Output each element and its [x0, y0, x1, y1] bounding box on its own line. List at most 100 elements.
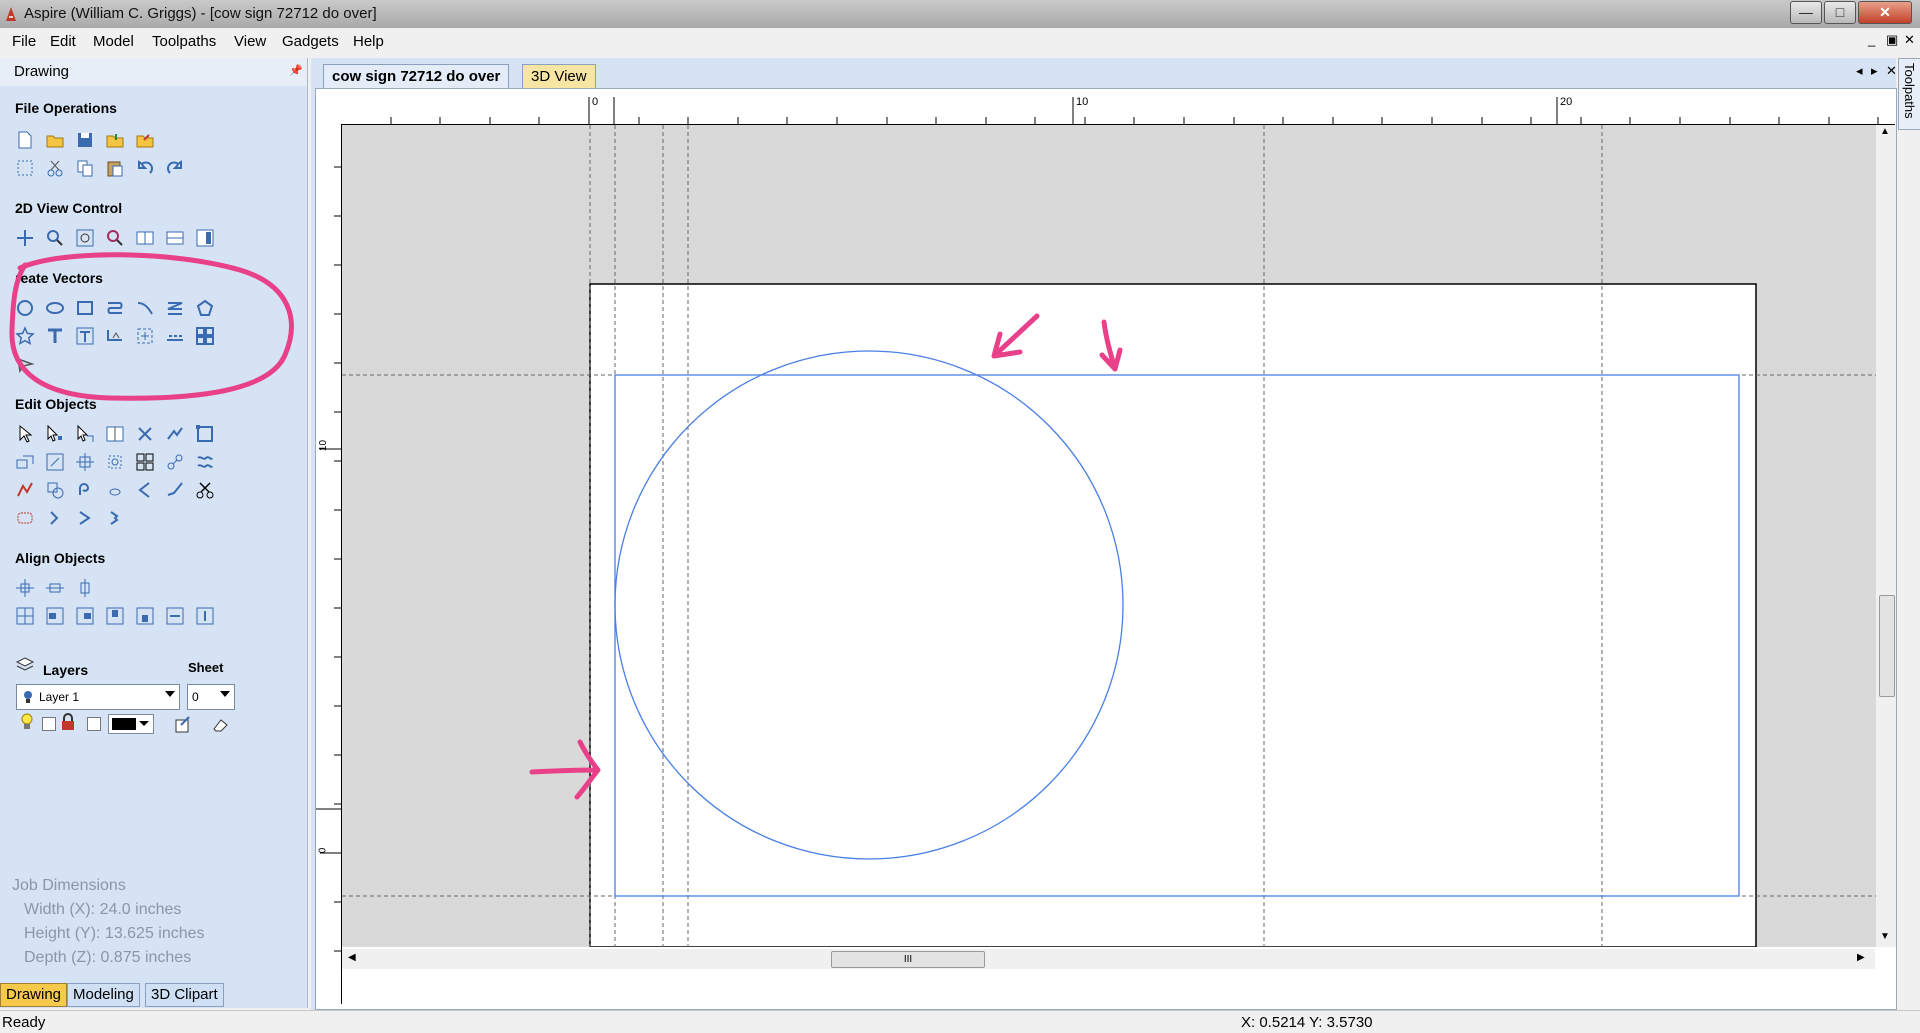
align-left-icon[interactable]	[45, 606, 65, 626]
align-vertical-center-icon[interactable]	[75, 578, 95, 598]
join-vectors-icon[interactable]	[165, 452, 185, 472]
size-icon[interactable]	[15, 452, 35, 472]
tab-drawing[interactable]: Drawing	[0, 983, 68, 1007]
draw-rectangle-icon[interactable]	[75, 298, 95, 318]
draw-curve-icon[interactable]	[165, 298, 185, 318]
view-layout-icon[interactable]	[195, 228, 215, 248]
draw-circle-icon[interactable]	[15, 298, 35, 318]
tab-modeling[interactable]: Modeling	[67, 983, 140, 1007]
chamfer-icon[interactable]	[75, 508, 95, 528]
zoom-icon[interactable]	[45, 228, 65, 248]
align-center-both-icon[interactable]	[15, 606, 35, 626]
draw-line-icon[interactable]	[135, 298, 155, 318]
drawing-canvas[interactable]	[342, 125, 1895, 947]
menu-model[interactable]: Model	[93, 33, 134, 50]
tab-scroll-right[interactable]: ▸	[1871, 63, 1878, 79]
draw-star-icon[interactable]	[15, 326, 35, 346]
vertical-scroll-thumb[interactable]	[1879, 595, 1895, 697]
draw-ellipse-icon[interactable]	[45, 298, 65, 318]
tab-3d-view[interactable]: 3D View	[522, 64, 596, 89]
pan-icon[interactable]	[15, 228, 35, 248]
layer-lock-checkbox[interactable]	[87, 717, 101, 731]
copy-icon[interactable]	[75, 158, 95, 178]
save-icon[interactable]	[75, 130, 95, 150]
nest-parts-icon[interactable]	[195, 452, 215, 472]
center-in-material-icon[interactable]	[15, 578, 35, 598]
document-close-button[interactable]: ✕	[1886, 63, 1897, 79]
distort-icon[interactable]	[165, 424, 185, 444]
mdi-close-button[interactable]: ✕	[1904, 32, 1915, 48]
import-folder-icon[interactable]	[105, 130, 125, 150]
open-folder-icon[interactable]	[45, 130, 65, 150]
transform-select-icon[interactable]	[75, 424, 95, 444]
space-horizontally-icon[interactable]	[165, 606, 185, 626]
boundary-icon[interactable]	[15, 508, 35, 528]
cut-icon[interactable]	[45, 158, 65, 178]
weld-icon[interactable]	[135, 452, 155, 472]
bitmap-trace-icon[interactable]	[135, 326, 155, 346]
tab-icon[interactable]	[105, 508, 125, 528]
move-icon[interactable]	[45, 452, 65, 472]
trim-icon[interactable]	[15, 480, 35, 500]
menu-gadgets[interactable]: Gadgets	[282, 33, 339, 50]
sheet-dropdown[interactable]: 0	[187, 684, 235, 710]
scroll-down-arrow-icon[interactable]: ▼	[1880, 931, 1890, 942]
tab-3d-clipart[interactable]: 3D Clipart	[145, 983, 224, 1007]
layer-dropdown[interactable]: Layer 1	[16, 684, 180, 710]
dogbone-icon[interactable]	[45, 508, 65, 528]
toolpaths-panel-tab[interactable]: Toolpaths	[1898, 58, 1920, 130]
horizontal-scrollbar[interactable]: ◀ III ▶	[342, 949, 1875, 969]
select-icon[interactable]	[15, 424, 35, 444]
horizontal-scroll-thumb[interactable]: III	[831, 951, 985, 968]
align-horizontal-center-icon[interactable]	[45, 578, 65, 598]
scissors-icon[interactable]	[195, 480, 215, 500]
offset-icon[interactable]	[45, 480, 65, 500]
scale-icon[interactable]	[195, 424, 215, 444]
tab-document[interactable]: cow sign 72712 do over	[323, 64, 510, 89]
auto-layout-text-icon[interactable]	[75, 326, 95, 346]
group-icon[interactable]	[75, 452, 95, 472]
undo-icon[interactable]	[135, 158, 155, 178]
layer-color-picker[interactable]	[108, 714, 154, 734]
eraser-icon[interactable]	[210, 715, 230, 735]
align-bottom-icon[interactable]	[135, 606, 155, 626]
job-setup-icon[interactable]	[15, 158, 35, 178]
paste-icon[interactable]	[105, 158, 125, 178]
align-right-icon[interactable]	[75, 606, 95, 626]
scroll-left-arrow-icon[interactable]: ◀	[348, 952, 356, 963]
fillet-icon[interactable]	[75, 480, 95, 500]
layer-lock-icon[interactable]	[60, 713, 76, 731]
dimension-icon[interactable]	[165, 326, 185, 346]
menu-file[interactable]: File	[12, 33, 36, 50]
export-folder-icon[interactable]	[135, 130, 155, 150]
layer-visible-checkbox[interactable]	[42, 717, 56, 731]
tab-scroll-left[interactable]: ◂	[1856, 63, 1863, 79]
pin-icon[interactable]: 📌	[289, 64, 303, 77]
scroll-right-arrow-icon[interactable]: ▶	[1857, 952, 1865, 963]
zoom-box-icon[interactable]	[105, 228, 125, 248]
text-on-curve-icon[interactable]	[105, 326, 125, 346]
redo-icon[interactable]	[165, 158, 185, 178]
new-file-icon[interactable]	[15, 130, 35, 150]
mirror-icon[interactable]	[105, 424, 125, 444]
ungroup-icon[interactable]	[105, 452, 125, 472]
node-edit-icon[interactable]	[45, 424, 65, 444]
extend-icon[interactable]	[135, 480, 155, 500]
split-view-icon[interactable]	[135, 228, 155, 248]
draw-polygon-icon[interactable]	[195, 298, 215, 318]
draw-text-icon[interactable]	[45, 326, 65, 346]
maximize-button[interactable]: □	[1824, 1, 1856, 24]
close-button[interactable]: ✕	[1858, 1, 1912, 24]
zoom-extents-icon[interactable]	[75, 228, 95, 248]
layer-visibility-bulb-icon[interactable]	[20, 713, 34, 731]
mdi-restore-button[interactable]: ▣	[1886, 32, 1898, 48]
menu-toolpaths[interactable]: Toolpaths	[152, 33, 216, 50]
menu-view[interactable]: View	[234, 33, 266, 50]
array-copy-icon[interactable]	[195, 326, 215, 346]
draw-polyline-icon[interactable]	[105, 298, 125, 318]
mdi-minimize-button[interactable]: _	[1868, 32, 1875, 47]
measure-tool-icon[interactable]	[15, 354, 35, 374]
scroll-up-arrow-icon[interactable]: ▲	[1880, 126, 1890, 137]
rotate-icon[interactable]	[135, 424, 155, 444]
horizontal-split-icon[interactable]	[165, 228, 185, 248]
